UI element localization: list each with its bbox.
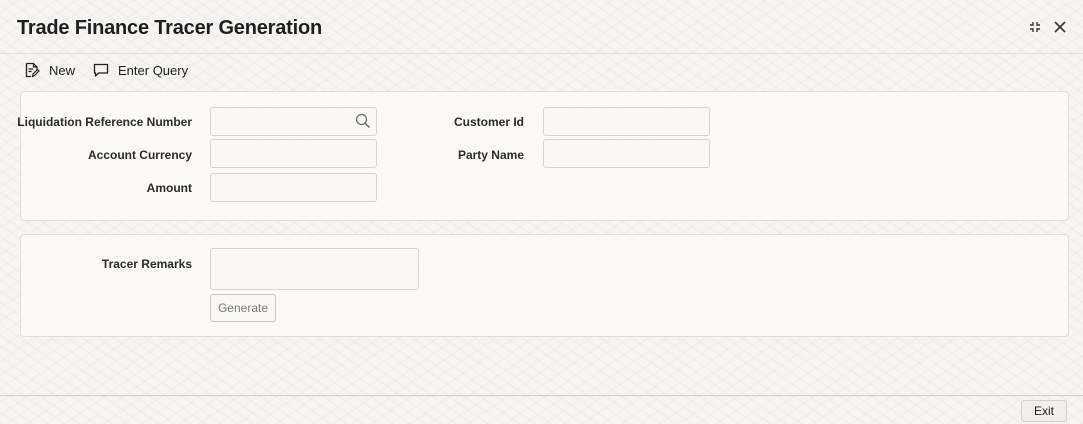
account-currency-input[interactable] (210, 139, 377, 168)
query-icon (93, 63, 109, 77)
enter-query-button[interactable]: Enter Query (93, 62, 188, 78)
search-icon[interactable] (355, 113, 371, 129)
window-header: Trade Finance Tracer Generation (0, 0, 1083, 54)
main-fields-panel: Liquidation Reference Number Account Cur… (17, 91, 1069, 221)
exit-button[interactable]: Exit (1021, 400, 1067, 422)
new-button-label: New (49, 62, 76, 78)
expand-icon[interactable] (1027, 19, 1043, 35)
footer-divider (0, 395, 1083, 396)
customer-id-input[interactable] (543, 107, 710, 136)
tracer-remarks-label: Tracer Remarks (101, 257, 192, 271)
liquidation-reference-number-label: Liquidation Reference Number (17, 115, 192, 129)
party-name-label: Party Name (457, 148, 524, 162)
account-currency-label: Account Currency (87, 148, 192, 162)
customer-id-label: Customer Id (453, 115, 524, 129)
liquidation-reference-number-input[interactable] (210, 107, 377, 136)
amount-label: Amount (146, 181, 192, 195)
generate-button[interactable]: Generate (210, 294, 276, 322)
new-button[interactable]: New (24, 62, 75, 78)
tracer-remarks-input[interactable] (210, 248, 419, 290)
enter-query-button-label: Enter Query (118, 62, 189, 78)
new-document-icon (25, 62, 40, 78)
tracer-panel: Tracer Remarks Generate (20, 234, 1069, 337)
toolbar: New Enter Query (24, 62, 188, 78)
amount-input[interactable] (210, 173, 377, 202)
window-controls (1027, 19, 1067, 35)
close-icon[interactable] (1053, 20, 1067, 34)
party-name-input[interactable] (543, 139, 710, 168)
page-title: Trade Finance Tracer Generation (17, 17, 323, 39)
